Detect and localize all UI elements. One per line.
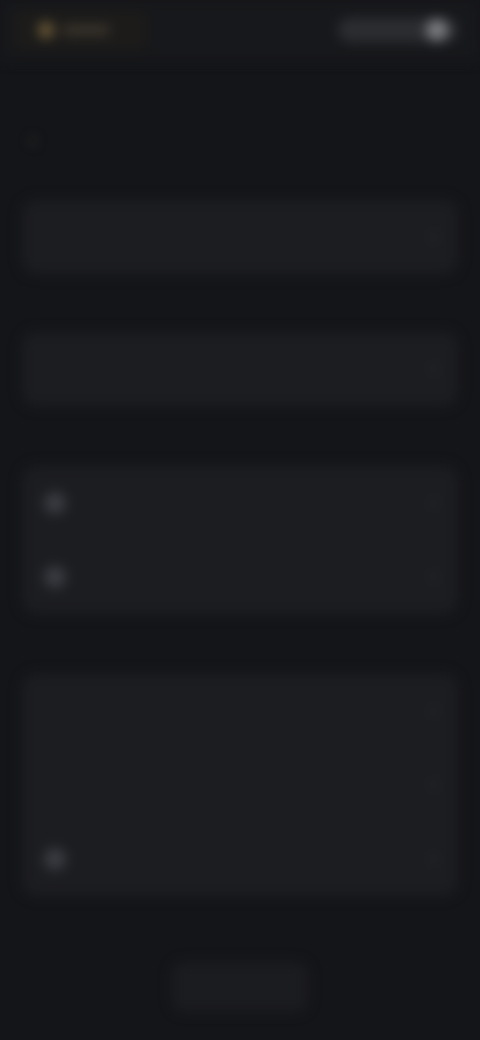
brand-pill[interactable] — [14, 10, 146, 50]
settings-row[interactable]: › — [22, 332, 458, 406]
chevron-right-icon: › — [430, 850, 436, 867]
chevron-right-icon: › — [430, 701, 436, 719]
chevron-right-icon: › — [430, 568, 436, 585]
settings-card: › — [22, 332, 458, 406]
setting-icon — [44, 848, 66, 870]
settings-row[interactable]: › — [22, 748, 458, 822]
settings-card: › › › — [22, 674, 458, 896]
brand-label — [62, 25, 110, 35]
setting-icon — [44, 566, 66, 588]
brand-logo-icon — [38, 22, 54, 38]
settings-screen: ‹ › › › › › › › — [0, 0, 480, 1040]
settings-row[interactable]: › — [22, 466, 458, 540]
footer-button[interactable] — [172, 962, 308, 1012]
chevron-right-icon: › — [430, 775, 436, 793]
status-dot-icon — [426, 19, 448, 41]
settings-row[interactable]: › — [22, 540, 458, 614]
chevron-left-icon[interactable]: ‹ — [30, 130, 36, 151]
settings-row[interactable]: › — [22, 674, 458, 748]
settings-card: › › — [22, 466, 458, 614]
settings-row[interactable]: › — [22, 822, 458, 896]
settings-row[interactable]: › — [22, 200, 458, 274]
chevron-right-icon: › — [430, 493, 436, 511]
status-bar — [0, 0, 480, 60]
settings-card: › — [22, 200, 458, 274]
chevron-right-icon: › — [430, 360, 436, 377]
status-indicator — [338, 18, 458, 42]
chevron-right-icon: › — [430, 228, 436, 245]
setting-icon — [44, 491, 66, 514]
